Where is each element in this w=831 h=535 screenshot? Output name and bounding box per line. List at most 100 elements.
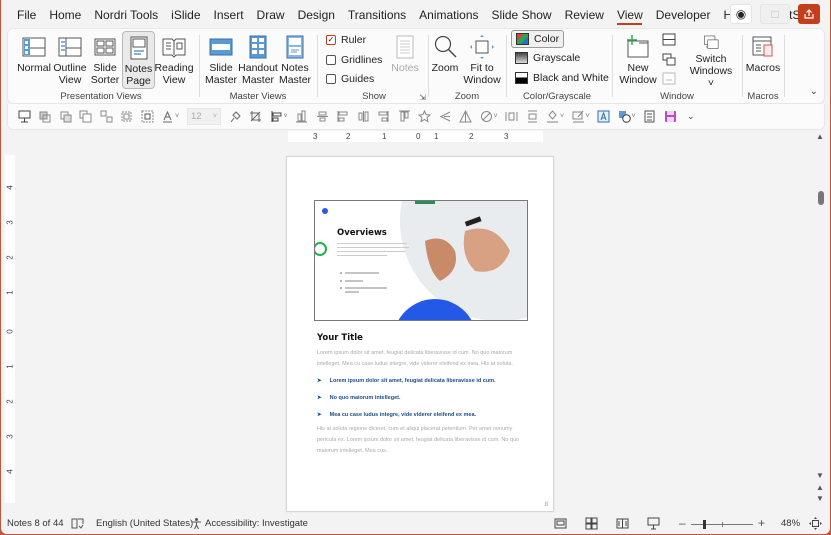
zoom-button[interactable]: Zoom [430,31,460,89]
color-button[interactable]: Color [511,30,565,48]
normal-view-button[interactable]: Normal [16,31,52,89]
qat-selection-pane[interactable] [640,108,661,126]
qat-format-painter[interactable] [225,108,246,126]
ruler-checkbox[interactable]: ✓ Ruler [326,34,366,46]
qat-text-box[interactable] [594,108,615,126]
tab-developer[interactable]: Developer [649,0,717,28]
spelling-check-icon[interactable] [71,517,84,530]
vertical-ruler[interactable]: 4 3 2 1 0 1 2 3 4 [5,155,15,503]
qat-triangle-left[interactable] [435,108,456,126]
notes-page-button[interactable]: Notes Page [122,31,155,89]
zoom-level[interactable]: 48% [781,518,800,529]
qat-distribute[interactable] [353,108,374,126]
qat-distribute-horizontal[interactable] [502,108,523,126]
qat-align-top[interactable] [394,108,415,126]
qat-send-backward[interactable] [55,108,76,126]
slideshow-status-icon[interactable] [647,517,660,530]
arrange-all-icon[interactable] [662,33,676,46]
font-size-box[interactable]: 12 ˅ [187,108,221,125]
accessibility-icon[interactable] [190,517,203,530]
qat-distribute-vertical[interactable] [522,108,543,126]
reading-view-status-icon[interactable] [616,517,629,530]
horizontal-ruler-right[interactable]: 1 2 3 [430,131,543,142]
qat-bring-forward[interactable] [35,108,56,126]
tab-view[interactable]: View [610,0,649,28]
zoom-slider-thumb[interactable] [703,520,707,529]
fit-slide-to-window-icon[interactable] [809,517,822,530]
record-button[interactable]: ◉ [730,4,752,24]
dropdown-arrow-icon[interactable]: ˅ [586,113,594,120]
qat-select-objects[interactable] [137,108,158,126]
previous-slide-icon[interactable]: ▲ [816,483,824,492]
qat-align-left[interactable] [333,108,354,126]
gridlines-checkbox[interactable]: Gridlines [326,54,382,66]
qat-customize[interactable]: ⌄ [681,108,702,126]
qat-align-center[interactable] [312,108,333,126]
slide-thumbnail[interactable]: Overviews [314,200,528,321]
slide-sorter-button[interactable]: Slide Sorter [88,31,122,89]
slide-sorter-status-icon[interactable] [585,517,598,530]
outline-view-button[interactable]: Outline View [52,31,88,89]
qat-star[interactable] [415,108,436,126]
dialog-launcher-icon[interactable]: ⇲ [419,93,426,102]
slide-master-button[interactable]: Slide Master [204,31,238,89]
comments-button[interactable]: □ [760,4,790,24]
macros-button[interactable]: Macros [744,31,782,89]
normal-label: Normal [17,62,51,74]
grayscale-button[interactable]: Grayscale [511,50,584,66]
fit-to-window-button[interactable]: Fit to Window [462,31,502,89]
collapse-ribbon-icon[interactable]: ⌄ [810,86,818,97]
reading-view-button[interactable]: Reading View [154,31,194,89]
horizontal-ruler[interactable]: 3 2 1 0 [288,131,430,142]
black-and-white-button[interactable]: Black and White [511,70,613,86]
scroll-thumb[interactable] [818,191,824,205]
qat-bring-to-front[interactable] [76,108,97,126]
normal-view-status-icon[interactable] [554,517,567,530]
qat-crop[interactable] [246,108,267,126]
ruler-label: 1 [434,132,439,141]
tab-insert[interactable]: Insert [207,0,250,28]
tab-nordri-tools[interactable]: Nordri Tools [88,0,165,28]
tab-file[interactable]: File [1,0,43,28]
tab-design[interactable]: Design [291,0,341,28]
qat-save[interactable] [660,108,681,126]
zoom-in-button[interactable]: + [758,516,765,530]
tab-animations[interactable]: Animations [413,0,485,28]
notes-master-button[interactable]: Notes Master [278,31,312,89]
dropdown-arrow-icon[interactable]: ˅ [560,113,568,120]
qat-align-right[interactable] [374,108,395,126]
qat-align-bottom[interactable] [292,108,313,126]
dropdown-arrow-icon[interactable]: ˅ [175,113,183,120]
share-button[interactable] [798,4,820,24]
accessibility-status[interactable]: Accessibility: Investigate [205,518,308,529]
qat-start-slideshow[interactable] [14,108,35,126]
notes-toggle-button[interactable]: Notes [388,31,422,89]
scroll-up-icon[interactable]: ▲ [816,132,824,141]
handout-master-button[interactable]: Handout Master [238,31,278,89]
guides-checkbox[interactable]: Guides [326,73,374,85]
tab-review[interactable]: Review [558,0,610,28]
dropdown-arrow-icon[interactable]: ˅ [632,113,640,120]
tab-transitions[interactable]: Transitions [341,0,412,28]
zoom-out-button[interactable]: – [679,516,686,530]
language-status[interactable]: English (United States) [96,518,193,529]
tab-islide[interactable]: iSlide [165,0,207,28]
dropdown-arrow-icon[interactable]: ˅ [494,113,502,120]
scroll-down-icon[interactable]: ▼ [816,471,824,480]
qat-group[interactable] [96,108,117,126]
qat-triangle[interactable] [456,108,477,126]
zoom-slider[interactable] [691,520,753,529]
move-split-icon[interactable] [662,72,676,85]
next-slide-icon[interactable]: ▼ [816,494,824,503]
tab-home[interactable]: Home [43,0,88,28]
qat-ungroup[interactable] [117,108,138,126]
switch-windows-button[interactable]: Switch Windows ˅ [686,31,736,89]
vertical-scrollbar[interactable]: ▲ ▼ ▲ ▼ [815,131,827,509]
tab-draw[interactable]: Draw [250,0,291,28]
notes-label: Notes [391,62,419,74]
tab-slide-show[interactable]: Slide Show [485,0,558,28]
dropdown-arrow-icon[interactable]: ˅ [284,113,292,120]
cascade-icon[interactable] [662,53,676,66]
new-window-button[interactable]: New Window [618,31,658,89]
notes-text[interactable]: Your Title Lorem ipsum dolor sit amet, f… [317,333,527,457]
